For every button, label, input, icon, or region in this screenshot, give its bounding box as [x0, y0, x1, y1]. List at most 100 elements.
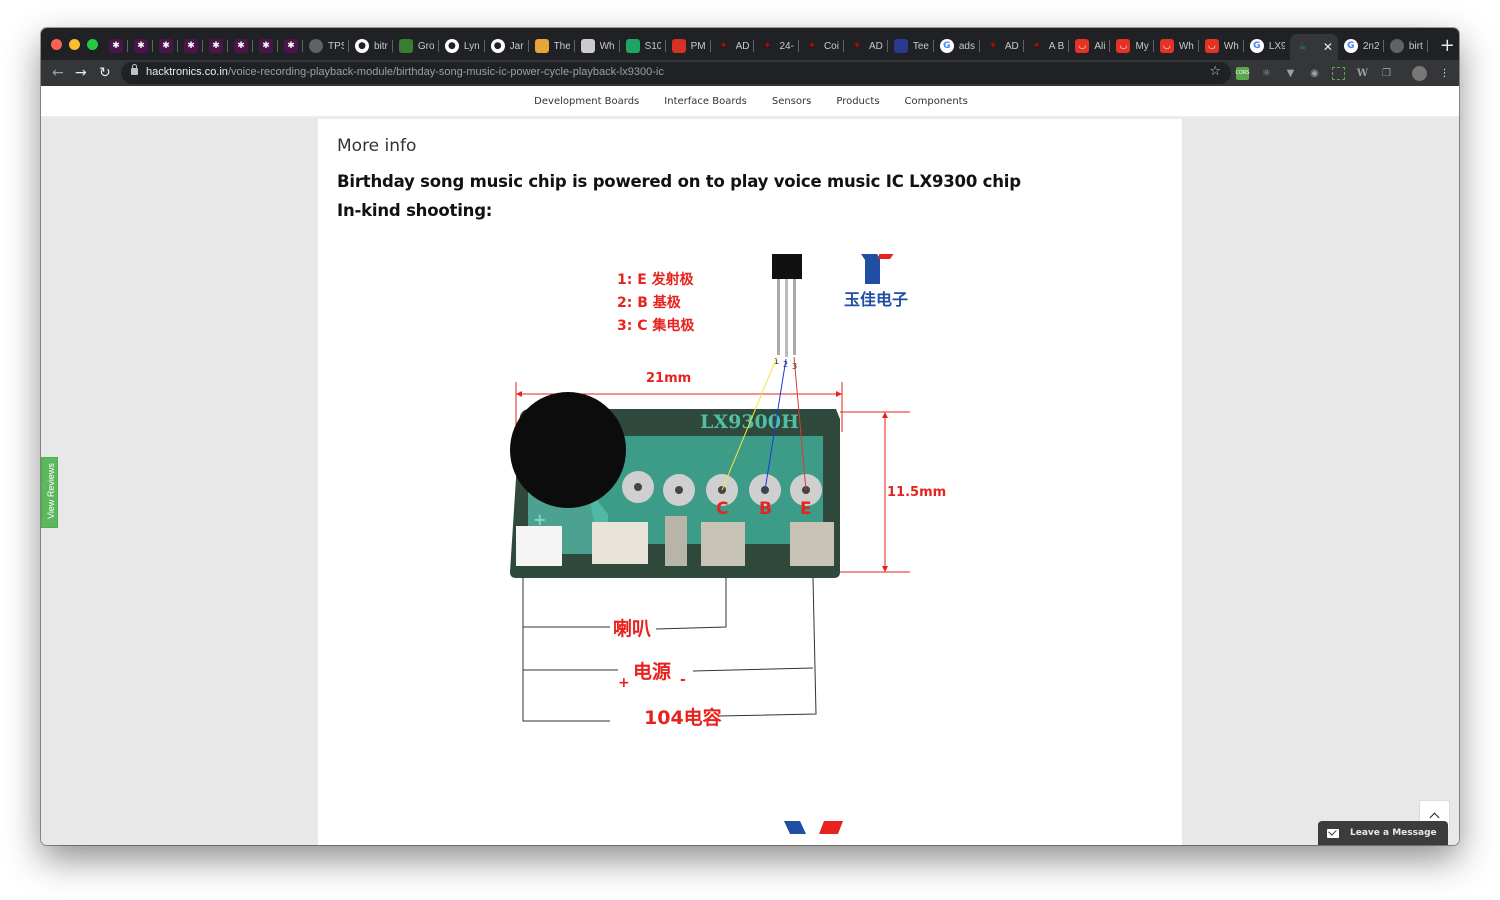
- avatar-icon[interactable]: [1412, 65, 1427, 81]
- tab-label: TPS: [328, 40, 344, 52]
- browser-tab[interactable]: The: [529, 34, 575, 58]
- browser-tab[interactable]: ◡ Wh: [1154, 34, 1199, 58]
- browser-tab[interactable]: Tee: [888, 34, 934, 58]
- browser-tab[interactable]: G LX9: [1244, 34, 1290, 58]
- globe-icon: [1389, 39, 1404, 53]
- tab-label: Tee: [912, 40, 929, 52]
- slack-icon: ✱: [109, 39, 123, 53]
- browser-tab[interactable]: ✦ AD: [711, 34, 755, 58]
- ti-icon: ✦: [808, 41, 816, 51]
- react-icon[interactable]: ⚛: [1260, 67, 1273, 80]
- forward-button[interactable]: →: [75, 63, 87, 83]
- browser-tab[interactable]: PM: [666, 34, 711, 58]
- height-label: 11.5mm: [887, 485, 946, 500]
- browser-tab[interactable]: ✱: [128, 34, 153, 58]
- aliexpress-icon: ◡: [1116, 39, 1131, 53]
- nav-development-boards[interactable]: Development Boards: [534, 96, 639, 107]
- chip-label: LX9300H: [700, 411, 799, 433]
- wikipedia-icon[interactable]: W: [1356, 67, 1369, 80]
- tab-label: 2n2: [1362, 40, 1379, 52]
- minimize-window-button[interactable]: [69, 39, 80, 50]
- copy-icon[interactable]: ❐: [1380, 67, 1393, 80]
- browser-tab[interactable]: ◡ My: [1110, 34, 1155, 58]
- browser-tab[interactable]: TPS: [303, 34, 349, 58]
- url-text[interactable]: hacktronics.co.in/voice-recording-playba…: [146, 66, 664, 78]
- back-button[interactable]: ←: [52, 63, 64, 83]
- browser-tab[interactable]: ● Lyn: [439, 34, 485, 58]
- browser-tab[interactable]: birt: [1384, 34, 1428, 58]
- browser-tab[interactable]: ✦ Coi: [799, 34, 844, 58]
- tab-label: bitr: [374, 40, 388, 52]
- cors-icon[interactable]: CORS: [1235, 66, 1250, 80]
- aliexpress-icon: ◡: [1075, 39, 1090, 53]
- view-reviews-label: View Reviews: [46, 463, 56, 519]
- browser-tab[interactable]: ✦ AD: [844, 34, 888, 58]
- subheading: In-kind shooting:: [337, 201, 493, 220]
- vue-icon[interactable]: ▼: [1284, 67, 1297, 80]
- ti-icon: ✦: [763, 41, 772, 51]
- tab-label: Coi: [823, 40, 839, 52]
- google-icon: G: [939, 39, 954, 53]
- browser-tab[interactable]: ✱: [178, 34, 203, 58]
- browser-tab[interactable]: Gro: [393, 34, 439, 58]
- close-tab-icon[interactable]: ✕: [1323, 40, 1333, 54]
- browser-tab[interactable]: S10: [620, 34, 666, 58]
- menu-icon[interactable]: ⋮: [1438, 67, 1451, 80]
- tab-label: S10: [644, 40, 661, 52]
- github-icon: ●: [355, 39, 369, 53]
- browser-tab[interactable]: ✦ AD: [980, 34, 1024, 58]
- web-page: Development Boards Interface Boards Sens…: [41, 86, 1459, 845]
- view-reviews-tab[interactable]: View Reviews: [41, 457, 58, 528]
- browser-tab[interactable]: ✱: [278, 34, 303, 58]
- browser-tab[interactable]: ✱: [153, 34, 178, 58]
- nav-sensors[interactable]: Sensors: [772, 96, 812, 107]
- tab-label: birt: [1408, 40, 1423, 52]
- browser-tab[interactable]: ◡ Wh: [1199, 34, 1244, 58]
- browser-tab[interactable]: ✱: [228, 34, 253, 58]
- browser-tab[interactable]: ● Jar: [485, 34, 529, 58]
- film-icon[interactable]: ◉: [1308, 67, 1321, 80]
- tab-label: AD: [735, 40, 750, 52]
- close-window-button[interactable]: [51, 39, 62, 50]
- browser-tab[interactable]: Wh: [575, 34, 620, 58]
- ti-icon: ✦: [1032, 41, 1041, 51]
- url-path: /voice-recording-playback-module/birthda…: [227, 66, 664, 78]
- browser-tab[interactable]: ✱: [253, 34, 278, 58]
- nav-interface-boards[interactable]: Interface Boards: [664, 96, 747, 107]
- browser-tab[interactable]: ◡ Ali: [1069, 34, 1111, 58]
- browser-tab[interactable]: Gads: [934, 34, 980, 58]
- transistor-icon: [772, 254, 802, 357]
- maximize-window-button[interactable]: [87, 39, 98, 50]
- browser-tab[interactable]: ✦ A B: [1024, 34, 1070, 58]
- bookmark-star-icon[interactable]: ☆: [1209, 64, 1221, 79]
- yujia-logo-icon: [861, 254, 894, 284]
- tab-label: PM: [690, 40, 706, 52]
- new-tab-button[interactable]: +: [1440, 34, 1455, 58]
- google-icon: G: [1249, 39, 1264, 53]
- address-bar[interactable]: hacktronics.co.in/voice-recording-playba…: [121, 62, 1231, 84]
- leave-message-button[interactable]: Leave a Message: [1318, 821, 1448, 845]
- tab-label: My: [1135, 40, 1149, 52]
- width-label: 21mm: [646, 371, 691, 386]
- tab-label: ads: [958, 40, 975, 52]
- browser-tab[interactable]: ☕ ✕: [1289, 34, 1338, 60]
- slack-icon: ✱: [134, 39, 148, 53]
- slack-icon: ✱: [259, 39, 273, 53]
- tab-label: A B: [1048, 40, 1065, 52]
- pin-letter-c: C: [716, 499, 728, 519]
- github-icon: ●: [444, 39, 459, 53]
- browser-tab[interactable]: G 2n2: [1338, 34, 1384, 58]
- browser-tab[interactable]: ✦ 24-: [754, 34, 800, 58]
- pcb-board: LX9300H +: [510, 392, 840, 578]
- nav-products[interactable]: Products: [836, 96, 879, 107]
- hacktronics-icon: ☕: [1298, 42, 1307, 52]
- github-icon: ●: [490, 39, 505, 53]
- browser-tab[interactable]: ✱: [203, 34, 228, 58]
- extensions-bar: CORS ⚛ ▼ ◉ W ❐ ⋮: [1235, 64, 1451, 82]
- section-title: More info: [337, 136, 417, 156]
- screenshot-icon[interactable]: [1332, 66, 1345, 80]
- browser-tab[interactable]: ✱: [103, 34, 128, 58]
- reload-button[interactable]: ↻: [99, 63, 111, 83]
- nav-components[interactable]: Components: [905, 96, 968, 107]
- browser-tab[interactable]: ● bitr: [349, 34, 393, 58]
